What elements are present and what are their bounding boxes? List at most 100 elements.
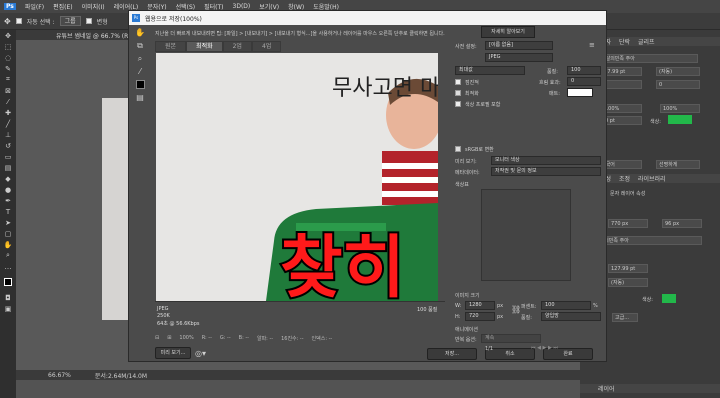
menu-edit[interactable]: 편집(E)	[53, 2, 73, 11]
props-leading-field[interactable]: (자동)	[608, 278, 648, 287]
srgb-checkbox[interactable]	[455, 146, 461, 152]
menu-3d[interactable]: 3D(D)	[233, 3, 251, 10]
horizontal-scale-field[interactable]: 100%	[660, 104, 700, 113]
photoshop-logo: Ps	[4, 3, 16, 10]
crop-icon[interactable]: ⌗	[0, 74, 16, 85]
stamp-icon[interactable]: ⊥	[0, 129, 16, 140]
auto-select-dropdown[interactable]: 그룹	[59, 16, 81, 26]
animation-label: 애니메이션	[455, 327, 479, 333]
format-select[interactable]: JPEG	[485, 53, 553, 62]
pen-icon[interactable]: ✒	[0, 195, 16, 206]
zoom-plus-icon[interactable]: ⊞	[167, 335, 171, 341]
eyedropper-color-swatch[interactable]	[131, 78, 149, 91]
eyedropper-icon[interactable]: ⁄	[0, 96, 16, 107]
layers-panel-tab: 레이어	[580, 384, 720, 393]
y-field[interactable]: 96 px	[662, 219, 702, 228]
document-canvas	[102, 98, 130, 320]
tab-paragraph[interactable]: 단락	[619, 39, 630, 46]
dodge-icon[interactable]: ●	[0, 184, 16, 195]
marquee-icon[interactable]: ⬚	[0, 41, 16, 52]
browser-icon[interactable]: ◎▾	[195, 349, 206, 358]
percent-field[interactable]: 100	[541, 301, 591, 310]
embed-profile-label: 색상 프로필 포함	[465, 102, 501, 108]
zoom-minus-icon[interactable]: ⊟	[155, 335, 159, 341]
doc-size: 문서:2.64M/14.0M	[94, 372, 148, 380]
tab-libraries[interactable]: 라이브러리	[638, 176, 666, 183]
tab-layers[interactable]: 레이어	[598, 386, 615, 393]
tracking-field[interactable]: 0	[656, 80, 700, 89]
preview-in-browser-button[interactable]: 미리 보기...	[155, 347, 191, 359]
resample-select[interactable]: 양입방	[541, 312, 601, 321]
zoom-level[interactable]: 66.67%	[48, 372, 71, 379]
color-table[interactable]	[481, 189, 571, 281]
preset-select[interactable]: [이름 없음]	[485, 41, 553, 50]
quick-mask-icon[interactable]: ◘	[0, 292, 16, 303]
thumbnail-preview-graphic: 무사고면 마일 찾히	[156, 53, 438, 301]
height-field[interactable]: 720	[465, 312, 495, 321]
move-icon[interactable]: ✥	[0, 30, 16, 41]
quality-level-select[interactable]: 최대값	[455, 66, 525, 75]
progressive-checkbox[interactable]	[455, 79, 461, 85]
quality-field[interactable]: 100	[567, 66, 601, 75]
auto-select-checkbox[interactable]	[15, 18, 22, 24]
advanced-button[interactable]: 고급...	[612, 313, 638, 322]
preview-select[interactable]: 모니터 색상	[491, 156, 601, 165]
font-family-select[interactable]: 배달의민족 주아	[598, 54, 698, 63]
width-field[interactable]: 770 px	[608, 219, 648, 228]
color-swatches-icon[interactable]	[0, 272, 16, 292]
tab-original[interactable]: 원본	[155, 41, 187, 52]
matte-swatch[interactable]	[567, 88, 593, 97]
props-color-swatch[interactable]	[662, 294, 676, 303]
w-unit: px	[497, 303, 504, 309]
baseline-field[interactable]: 0 pt	[602, 116, 642, 125]
history-brush-icon[interactable]: ↺	[0, 140, 16, 151]
tab-adjustments[interactable]: 조정	[619, 176, 630, 183]
transform-checkbox[interactable]	[85, 18, 92, 24]
type-icon[interactable]: T	[0, 206, 16, 217]
zoom-icon[interactable]: ⌕	[0, 250, 16, 261]
first-frame-icon[interactable]: ⏮ ◀ ▶ ▶ ⏭	[531, 345, 558, 351]
tab-2up[interactable]: 2업	[222, 41, 252, 52]
tab-optimized[interactable]: 최적화	[186, 41, 223, 52]
width-field[interactable]: 1280	[465, 301, 495, 310]
text-color-swatch[interactable]	[668, 115, 692, 124]
eyedropper-icon[interactable]: ⁄	[131, 65, 149, 78]
leading-field[interactable]: (자동)	[656, 67, 700, 76]
metadata-select[interactable]: 저작권 및 문의 정보	[491, 167, 601, 176]
embed-profile-checkbox[interactable]	[455, 101, 461, 107]
menu-icon[interactable]: ≡	[589, 41, 595, 49]
hand-icon[interactable]: ✋	[0, 239, 16, 250]
quick-select-icon[interactable]: ✎	[0, 63, 16, 74]
toggle-slices-icon[interactable]: ▤	[131, 91, 149, 104]
menu-image[interactable]: 이미지(I)	[82, 2, 105, 11]
vertical-scale-field[interactable]: 100%	[602, 104, 642, 113]
frame-icon[interactable]: ⊠	[0, 85, 16, 96]
gradient-icon[interactable]: ▤	[0, 162, 16, 173]
zoom-icon[interactable]: ⌕	[131, 52, 149, 65]
blur-field[interactable]: 0	[567, 77, 601, 86]
props-font-select[interactable]: 배달의민족 주아	[592, 236, 702, 245]
blur-icon[interactable]: ◆	[0, 173, 16, 184]
anti-alias-select[interactable]: 선명하게	[656, 160, 700, 169]
tab-4up[interactable]: 4업	[251, 41, 282, 52]
readout-zoom[interactable]: 100%	[179, 335, 193, 341]
link-icon[interactable]: ⛓	[511, 305, 521, 314]
save-button[interactable]: 저장...	[427, 348, 477, 360]
eraser-icon[interactable]: ▭	[0, 151, 16, 162]
screen-mode-icon[interactable]: ▣	[0, 303, 16, 314]
slice-select-icon[interactable]: ⧉	[131, 39, 149, 52]
path-select-icon[interactable]: ➤	[0, 217, 16, 228]
loop-select[interactable]: 계속	[481, 334, 541, 343]
lasso-icon[interactable]: ◌	[0, 52, 16, 63]
props-size-field[interactable]: 127.99 pt	[608, 264, 648, 273]
optimized-checkbox[interactable]	[455, 90, 461, 96]
healing-icon[interactable]: ✚	[0, 107, 16, 118]
rectangle-icon[interactable]: ▢	[0, 228, 16, 239]
tab-glyphs[interactable]: 글리프	[638, 39, 655, 46]
more-tools-icon[interactable]: …	[0, 261, 16, 272]
preview-image[interactable]: 무사고면 마일 찾히	[156, 53, 438, 301]
hand-icon[interactable]: ✋	[131, 26, 149, 39]
learn-more-button[interactable]: 자세히 알아보기	[481, 26, 535, 38]
menu-file[interactable]: 파일(F)	[25, 2, 44, 11]
brush-icon[interactable]: ╱	[0, 118, 16, 129]
